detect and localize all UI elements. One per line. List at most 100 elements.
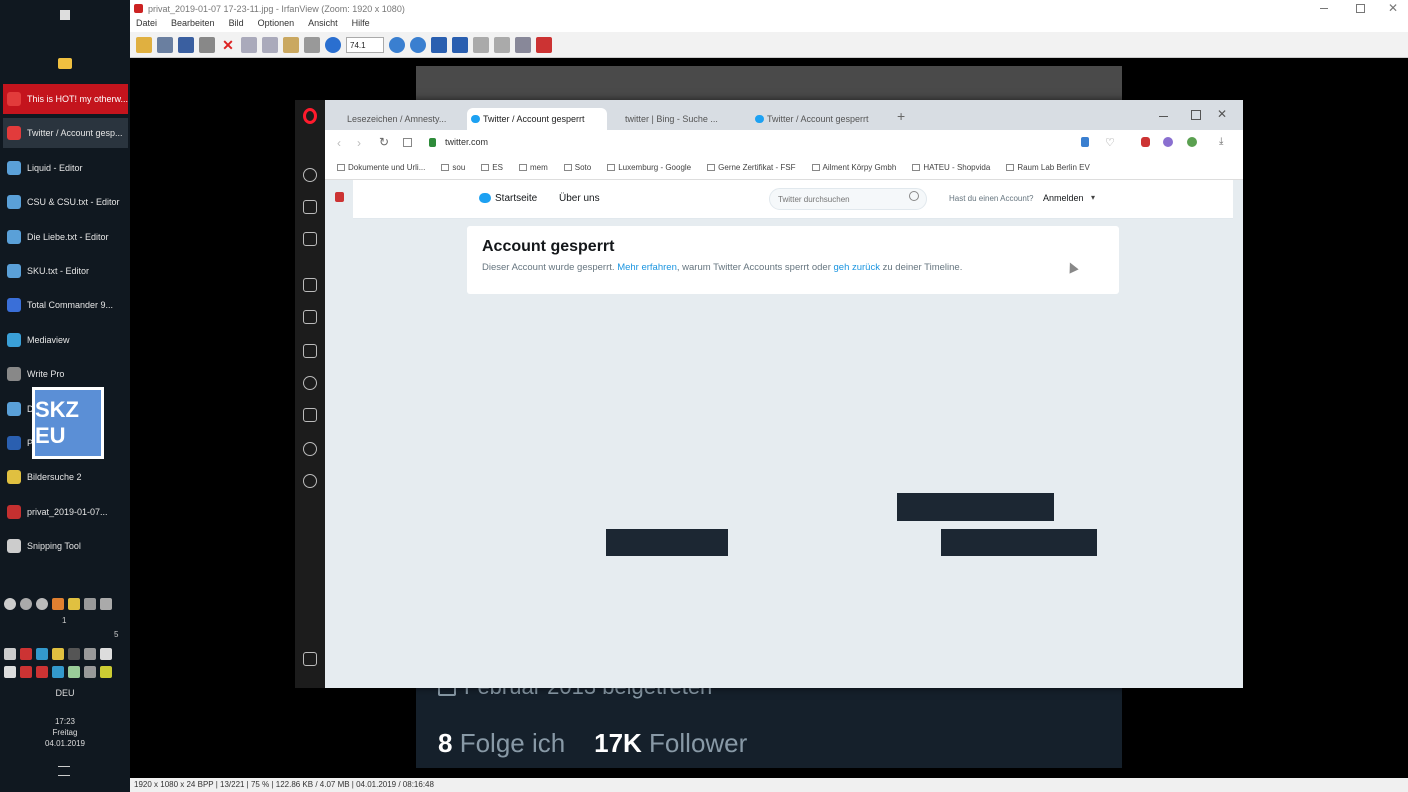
bookmark-item[interactable]: Luxemburg - Google [607,163,691,172]
reload-icon[interactable]: ↻ [379,135,389,149]
menu-ansicht[interactable]: Ansicht [308,18,338,32]
tray-icon[interactable] [4,598,16,610]
notification-icon[interactable] [60,10,70,20]
close-icon[interactable]: ✕ [1388,1,1398,15]
nav-home[interactable]: Startseite [495,193,537,204]
opera-logo-icon[interactable] [303,108,317,124]
sidebar-toggle-icon[interactable] [303,652,317,666]
slideshow-icon[interactable] [157,36,173,53]
extension-shield-icon[interactable] [335,192,344,202]
tab-3[interactable]: twitter | Bing - Suche ... [609,108,749,130]
search-icon[interactable] [909,191,919,201]
search-input[interactable] [769,188,927,210]
chevron-down-icon[interactable]: ▾ [1091,193,1095,202]
save-icon[interactable] [178,36,194,53]
settings-icon[interactable] [303,474,317,488]
download-icon[interactable]: ⤓ [1219,136,1223,147]
tab-2[interactable]: Twitter / Account gesperrt [467,108,607,130]
extension-icon[interactable] [1163,137,1173,147]
tray-icon[interactable] [84,666,96,678]
zoom-out-icon[interactable] [410,36,426,53]
delete-icon[interactable]: ✕ [220,37,236,53]
language-indicator[interactable]: DEU [0,688,130,698]
heart-icon[interactable] [303,310,317,324]
info-icon[interactable] [325,36,341,53]
tray-icon[interactable] [100,598,112,610]
menu-bild[interactable]: Bild [229,18,244,32]
clock[interactable]: 17:23 Freitag 04.01.2019 [0,716,130,749]
page-icon[interactable] [473,36,489,53]
tray-icon[interactable] [4,666,16,678]
extensions-icon[interactable] [303,442,317,456]
tray-icon[interactable] [4,648,16,660]
send-icon[interactable] [303,200,317,214]
tray-icon[interactable] [84,598,96,610]
bookmark-item[interactable]: Gerne Zertifikat - FSF [707,163,796,172]
tray-icon[interactable] [52,598,64,610]
bookmark-item[interactable]: HATEU - Shopvida [912,163,990,172]
bookmark-item[interactable]: mem [518,163,548,172]
taskbar-item[interactable]: Twitter / Account gesp... [3,118,128,149]
taskbar-item[interactable]: SKU.txt - Editor [3,256,128,286]
bookmark-item[interactable]: Soto [563,163,591,172]
news-icon[interactable] [303,344,317,358]
nav-about[interactable]: Über uns [559,193,600,204]
bookmark-item[interactable]: Raum Lab Berlin EV [1006,163,1090,172]
tray-icon[interactable] [20,598,32,610]
downloads-icon[interactable] [303,408,317,422]
paste-icon[interactable] [283,36,299,53]
search-icon[interactable] [303,168,317,182]
tray-icon[interactable] [68,666,80,678]
next-icon[interactable] [452,36,468,53]
page-icon-2[interactable] [494,36,510,53]
tray-icon[interactable] [20,648,32,660]
bookmark-item[interactable]: ES [481,163,503,172]
taskbar-item[interactable]: This is HOT! my otherw... [3,84,128,114]
bookmark-heart-icon[interactable]: ♡ [1105,136,1115,149]
tray-icon[interactable] [100,666,112,678]
bookmark-item[interactable]: Ailment Körpy Gmbh [811,163,896,172]
taskbar-item[interactable]: Total Commander 9... [3,290,128,320]
open-icon[interactable] [136,36,152,53]
taskbar-item[interactable]: Write Pro [3,359,128,389]
cut-icon[interactable] [241,36,257,53]
bookmark-item[interactable]: sou [441,163,465,172]
copy-icon[interactable] [262,36,278,53]
history-icon[interactable] [303,376,317,390]
tray-icon[interactable] [68,648,80,660]
print-icon[interactable] [199,36,215,53]
irfanview-logo-icon[interactable] [536,36,552,53]
back-icon[interactable]: ‹ [337,136,341,150]
tray-icon[interactable] [52,666,64,678]
login-link[interactable]: Anmelden [1043,193,1084,203]
taskbar-item[interactable]: Liquid - Editor [3,153,128,183]
menu-optionen[interactable]: Optionen [258,18,295,32]
previous-icon[interactable] [431,36,447,53]
undo-icon[interactable] [304,36,320,53]
tray-icon[interactable] [100,648,112,660]
adblock-icon[interactable] [1141,137,1150,147]
go-back-link[interactable]: geh zurück [834,262,880,273]
snapshot-icon[interactable] [303,232,317,246]
folder-icon[interactable] [58,58,72,69]
tray-icon[interactable] [36,648,48,660]
taskbar-item[interactable]: Bildersuche 2 [3,462,128,492]
tray-icon[interactable] [36,598,48,610]
vpn-icon[interactable] [1081,137,1089,147]
menu-hilfe[interactable]: Hilfe [352,18,370,32]
show-desktop-icon[interactable] [58,766,70,776]
new-tab-button[interactable]: + [897,108,905,124]
taskbar-item[interactable]: Die Liebe.txt - Editor [3,222,128,252]
url-input[interactable]: twitter.com [445,137,488,147]
speed-dial-icon[interactable] [303,278,317,292]
learn-more-link[interactable]: Mehr erfahren [617,262,677,273]
tray-icon[interactable] [84,648,96,660]
tray-icon[interactable] [36,666,48,678]
taskbar-item[interactable]: Snipping Tool [3,531,128,561]
extension-icon-2[interactable] [1187,137,1197,147]
window-maximize-icon[interactable] [1191,110,1201,120]
minimize-icon[interactable] [1320,8,1328,9]
tab-1[interactable]: Lesezeichen / Amnesty... [331,108,467,130]
maximize-icon[interactable] [1356,4,1365,13]
menu-bearbeiten[interactable]: Bearbeiten [171,18,215,32]
